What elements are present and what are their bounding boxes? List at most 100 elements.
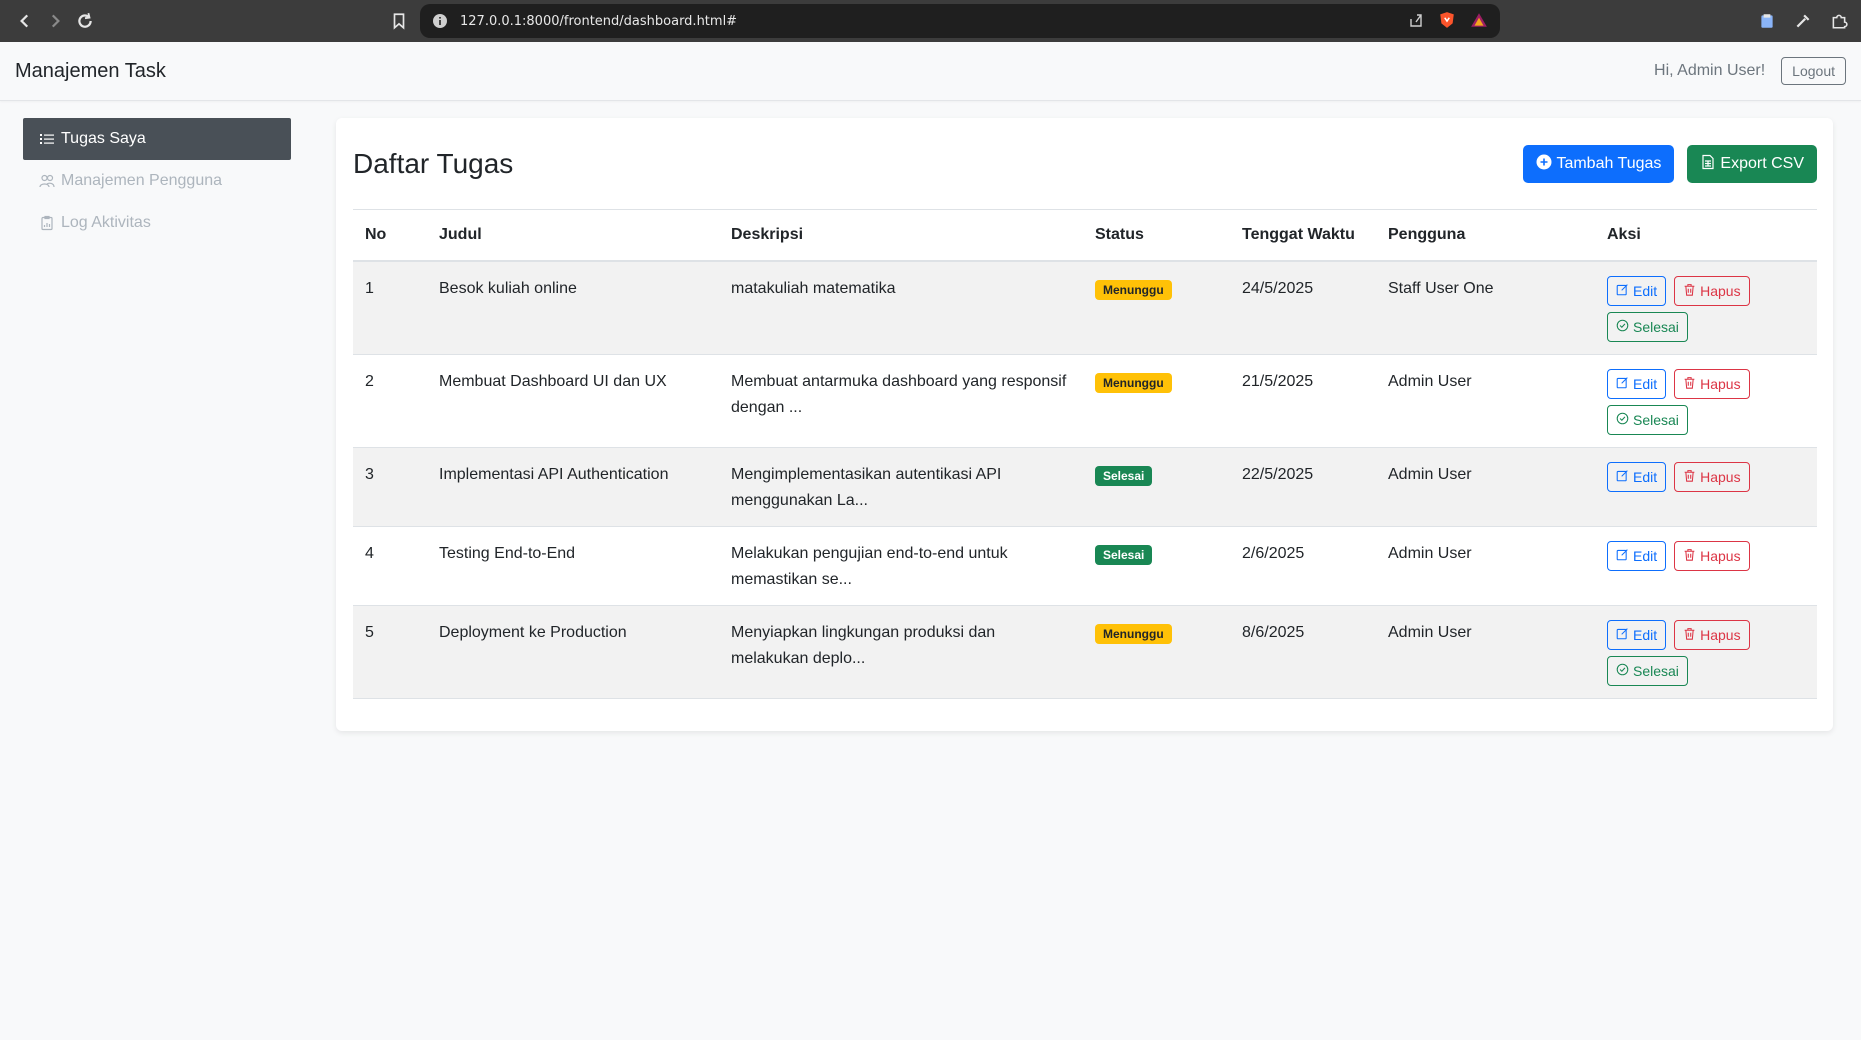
sidebar-item-log-aktivitas[interactable]: Log Aktivitas — [23, 202, 291, 244]
delete-button[interactable]: Hapus — [1674, 540, 1750, 571]
edit-label: Edit — [1633, 375, 1658, 392]
address-bar[interactable]: 127.0.0.1:8000/frontend/dashboard.html# — [420, 4, 1500, 38]
logout-button[interactable]: Logout — [1781, 57, 1846, 85]
eyedropper-icon[interactable] — [1791, 6, 1815, 36]
cell-no: 1 — [353, 260, 427, 355]
cell-judul: Besok kuliah online — [427, 260, 719, 355]
delete-button[interactable]: Hapus — [1674, 461, 1750, 492]
edit-icon — [1616, 627, 1629, 643]
cell-status: Selesai — [1083, 447, 1230, 527]
site-info-icon[interactable] — [432, 13, 448, 29]
edit-label: Edit — [1633, 282, 1658, 299]
mark-done-button[interactable]: Selesai — [1607, 655, 1688, 686]
delete-label: Hapus — [1700, 282, 1741, 299]
delete-label: Hapus — [1700, 375, 1741, 392]
extension-icon[interactable] — [1755, 6, 1779, 36]
mark-done-label: Selesai — [1633, 318, 1679, 335]
cell-tenggat: 8/6/2025 — [1230, 605, 1376, 699]
delete-label: Hapus — [1700, 547, 1741, 564]
cell-judul: Membuat Dashboard UI dan UX — [427, 354, 719, 448]
bookmark-icon[interactable] — [384, 6, 414, 36]
edit-label: Edit — [1633, 468, 1658, 485]
cell-pengguna: Admin User — [1376, 447, 1595, 527]
status-badge: Menunggu — [1095, 279, 1172, 300]
url-text: 127.0.0.1:8000/frontend/dashboard.html# — [460, 13, 738, 29]
cell-status: Menunggu — [1083, 260, 1230, 355]
cell-no: 5 — [353, 605, 427, 699]
puzzle-icon[interactable] — [1827, 6, 1851, 36]
card-header: Daftar Tugas Tambah Tugas Export CSV — [353, 134, 1817, 194]
edit-button[interactable]: Edit — [1607, 275, 1667, 306]
edit-icon — [1616, 283, 1629, 299]
status-badge: Selesai — [1095, 544, 1153, 565]
cell-judul: Implementasi API Authentication — [427, 447, 719, 527]
edit-icon — [1616, 376, 1629, 392]
edit-button[interactable]: Edit — [1607, 461, 1667, 492]
cell-no: 2 — [353, 354, 427, 448]
forward-icon[interactable] — [40, 6, 70, 36]
cell-pengguna: Admin User — [1376, 605, 1595, 699]
mark-done-button[interactable]: Selesai — [1607, 404, 1688, 435]
check-circle-icon — [1616, 663, 1629, 679]
delete-button[interactable]: Hapus — [1674, 275, 1750, 306]
cell-status: Selesai — [1083, 526, 1230, 606]
back-icon[interactable] — [10, 6, 40, 36]
cell-deskripsi: Melakukan pengujian end-to-end untuk mem… — [719, 526, 1083, 606]
list-icon — [39, 131, 55, 147]
table-row: 3 Implementasi API Authentication Mengim… — [353, 447, 1817, 527]
sidebar: Tugas Saya Manajemen Pengguna Log Aktivi… — [0, 118, 314, 731]
status-badge: Menunggu — [1095, 372, 1172, 393]
edit-button[interactable]: Edit — [1607, 619, 1667, 650]
column-header-aksi: Aksi — [1595, 209, 1817, 262]
cell-deskripsi: Membuat antarmuka dashboard yang respons… — [719, 354, 1083, 448]
column-header-tenggat: Tenggat Waktu — [1230, 209, 1376, 262]
table-header-row: No Judul Deskripsi Status Tenggat Waktu … — [353, 209, 1817, 262]
cell-tenggat: 22/5/2025 — [1230, 447, 1376, 527]
table-row: 1 Besok kuliah online matakuliah matemat… — [353, 260, 1817, 355]
file-spreadsheet-icon — [1700, 154, 1716, 175]
export-csv-button[interactable]: Export CSV — [1687, 145, 1817, 183]
header-actions: Tambah Tugas Export CSV — [1523, 145, 1817, 183]
edit-button[interactable]: Edit — [1607, 540, 1667, 571]
column-header-no: No — [353, 209, 427, 262]
brave-rewards-icon[interactable] — [1470, 11, 1488, 32]
table-row: 2 Membuat Dashboard UI dan UX Membuat an… — [353, 354, 1817, 448]
browser-toolbar: 127.0.0.1:8000/frontend/dashboard.html# — [0, 0, 1861, 42]
cell-aksi: Edit Hapus Selesai — [1595, 605, 1817, 699]
task-card: Daftar Tugas Tambah Tugas Export CSV No … — [336, 118, 1833, 731]
cell-judul: Deployment ke Production — [427, 605, 719, 699]
add-task-button[interactable]: Tambah Tugas — [1523, 145, 1675, 183]
user-greeting: Hi, Admin User! — [1654, 62, 1766, 79]
trash-icon — [1683, 376, 1696, 392]
add-task-label: Tambah Tugas — [1556, 155, 1662, 172]
cell-status: Menunggu — [1083, 605, 1230, 699]
share-icon[interactable] — [1408, 12, 1424, 31]
page-title: Daftar Tugas — [353, 148, 514, 179]
table-row: 4 Testing End-to-End Melakukan pengujian… — [353, 526, 1817, 606]
edit-button[interactable]: Edit — [1607, 368, 1667, 399]
delete-button[interactable]: Hapus — [1674, 368, 1750, 399]
mark-done-button[interactable]: Selesai — [1607, 311, 1688, 342]
sidebar-item-tugas-saya[interactable]: Tugas Saya — [23, 118, 291, 160]
check-circle-icon — [1616, 319, 1629, 335]
reload-icon[interactable] — [70, 6, 100, 36]
app-navbar: Manajemen Task Hi, Admin User! Logout — [0, 42, 1861, 101]
cell-pengguna: Staff User One — [1376, 260, 1595, 355]
delete-button[interactable]: Hapus — [1674, 619, 1750, 650]
trash-icon — [1683, 548, 1696, 564]
cell-aksi: Edit Hapus Selesai — [1595, 354, 1817, 448]
plus-circle-icon — [1536, 154, 1552, 175]
cell-aksi: Edit Hapus — [1595, 526, 1817, 606]
table-row: 5 Deployment ke Production Menyiapkan li… — [353, 605, 1817, 699]
sidebar-item-manajemen-pengguna[interactable]: Manajemen Pengguna — [23, 160, 291, 202]
cell-status: Menunggu — [1083, 354, 1230, 448]
brand-title[interactable]: Manajemen Task — [15, 60, 166, 83]
user-area: Hi, Admin User! Logout — [1654, 57, 1846, 85]
check-circle-icon — [1616, 412, 1629, 428]
cell-tenggat: 24/5/2025 — [1230, 260, 1376, 355]
brave-shield-icon[interactable] — [1438, 11, 1456, 32]
clipboard-icon — [39, 215, 55, 231]
cell-no: 4 — [353, 526, 427, 606]
trash-icon — [1683, 627, 1696, 643]
status-badge: Selesai — [1095, 465, 1153, 486]
